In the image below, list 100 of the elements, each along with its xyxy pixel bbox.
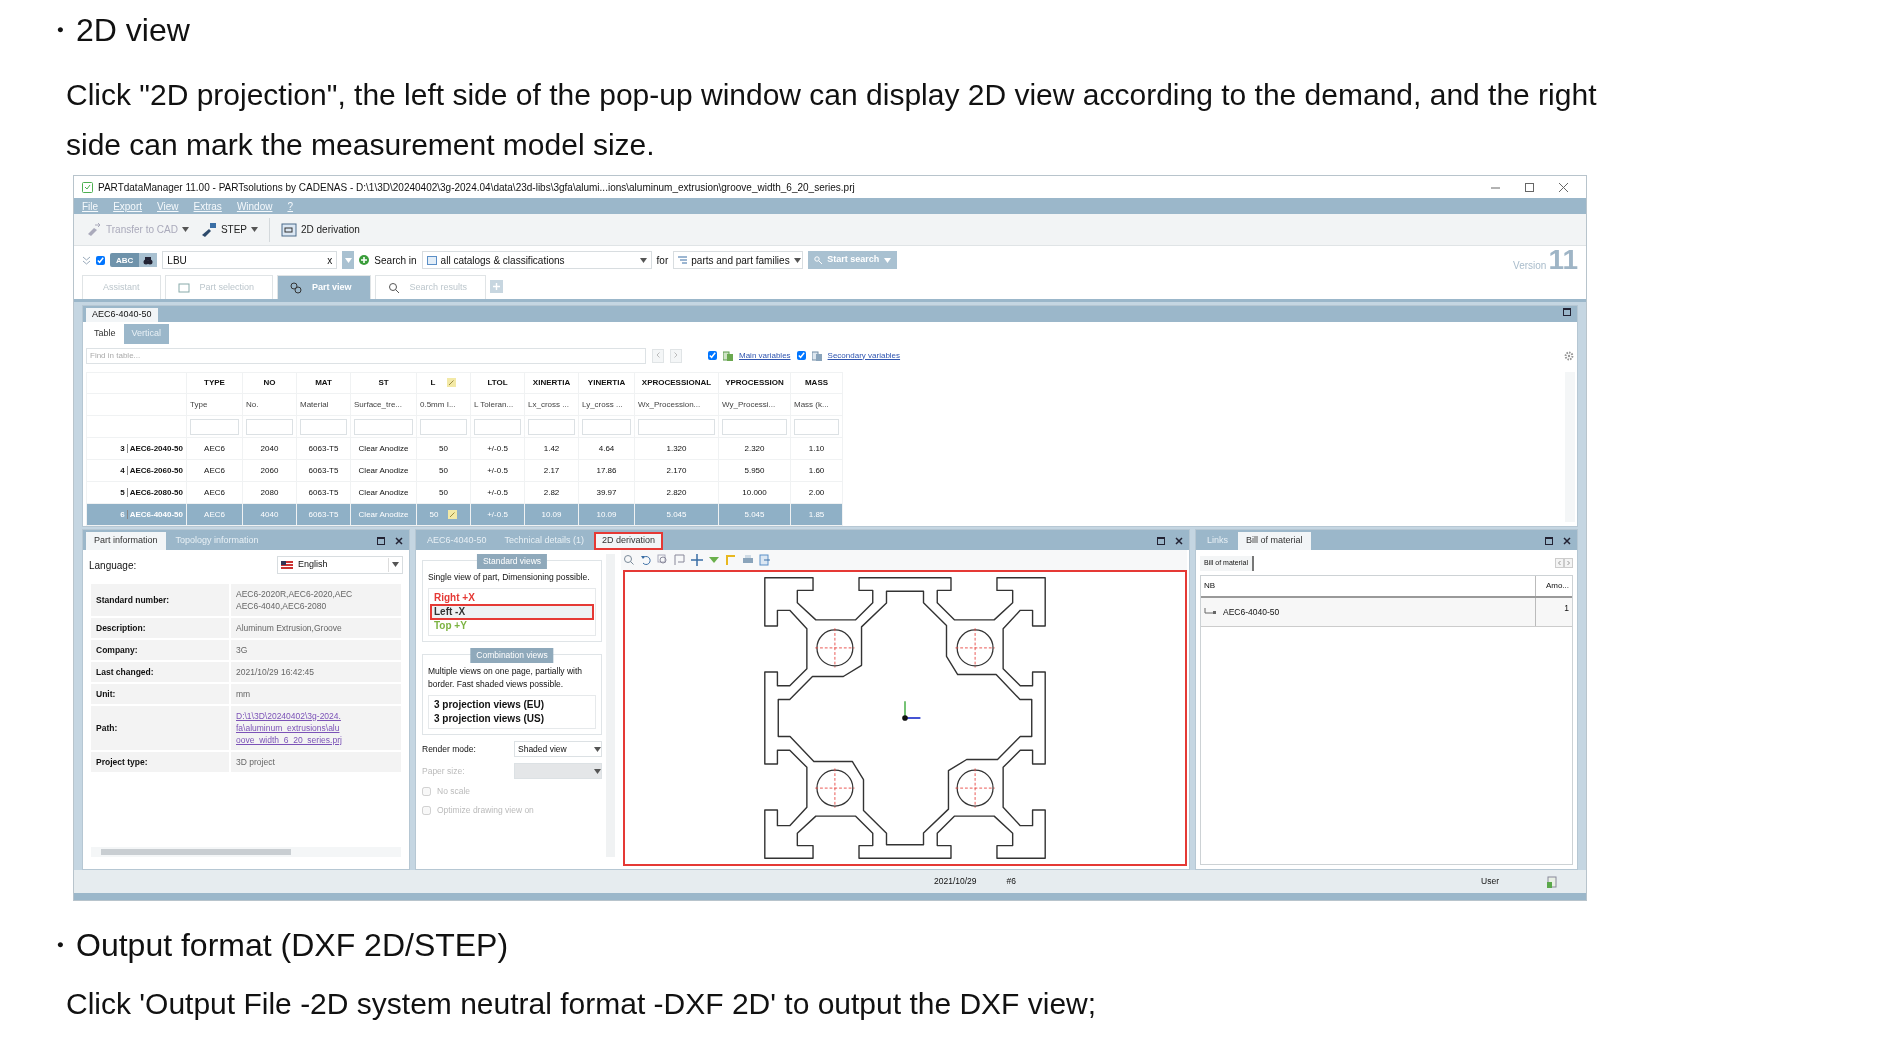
list-icon [678,256,688,264]
filter-field[interactable] [722,418,787,435]
for-label: for [656,253,669,268]
checkbox[interactable] [96,255,105,265]
expand-icon[interactable] [82,255,91,265]
column-header[interactable]: ST [378,377,389,387]
pencil-icon [448,509,458,519]
filter-field[interactable] [474,418,521,435]
column-header[interactable]: MAT [315,377,332,387]
tree-item[interactable]: AEC6-4040-50 [1220,601,1283,623]
scope-dropdown[interactable]: parts and part families [673,251,804,269]
close-icon[interactable] [1175,537,1183,545]
close-icon[interactable] [395,537,403,545]
checkbox[interactable] [796,351,806,360]
variables-link[interactable]: Main variables [739,349,791,362]
field-label: Unit: [96,689,116,699]
panel-tab[interactable]: AEC6-4040-50 [86,308,158,322]
view-option[interactable]: Right +X [431,591,593,605]
column-description: Lx_cross ... [524,393,579,416]
table-row[interactable]: 5 AEC6-2080-50 AEC6 2080 6063-T5 Clear Anodize 50 +/-0.5 2.82 39.97 2.820 10.000 2.00 [86,481,843,504]
next-button[interactable] [670,348,682,363]
table-cell: 2.170 [666,465,687,475]
filter-field[interactable] [528,418,575,435]
caret-icon [884,257,892,263]
view-option[interactable]: 3 projection views (US) [431,712,593,726]
corner-icon[interactable] [725,554,737,566]
row-number: 3 [120,443,125,453]
table-row[interactable]: 4 AEC6-2060-50 AEC6 2060 6063-T5 Clear Anodize 50 +/-0.5 2.17 17.86 2.170 5.950 1.60 [86,459,843,482]
toolbar-button[interactable]: 2D derivation [277,219,364,240]
printer-icon[interactable] [742,554,754,566]
table-cell: 2.00 [808,487,825,497]
table-cell: 39.97 [596,487,617,497]
column-description: Surface_tre... [350,393,417,416]
filter-field[interactable] [638,418,715,435]
column-description: No. [242,393,297,416]
status-record: #6 [1006,875,1016,888]
table-cell: AEC6 [204,487,225,497]
filter-field[interactable] [190,418,239,435]
maximize-icon[interactable] [1545,537,1553,545]
row-number: 5 [120,487,125,497]
scrollbar[interactable] [91,847,401,857]
find-field[interactable]: Find in table... [86,347,646,364]
filter-field[interactable] [246,418,293,435]
field-label: Language: [89,558,137,573]
undo-icon[interactable] [640,554,652,566]
column-header[interactable]: LTOL [487,377,508,387]
field-value: Aluminum Extrusion,Groove [236,623,342,633]
render-mode-dropdown[interactable]: Shaded view [514,741,602,757]
previous-button[interactable] [652,348,664,363]
plus-icon [493,283,501,291]
parts-icon [290,281,303,294]
crosshair-icon[interactable] [691,554,703,566]
settings-icon[interactable] [1564,351,1574,362]
zoom-icon[interactable] [657,554,669,566]
part-id: AEC6-2060-50 [129,465,183,475]
drawing-icon [281,221,297,238]
close-icon [1559,182,1568,192]
section-heading: ・2D view [44,11,191,50]
frame-icon[interactable] [674,554,686,566]
column-header[interactable]: TYPE [204,377,225,387]
scroll-arrows-icon[interactable] [1555,558,1573,569]
table-cell: 1.42 [543,443,560,453]
column-header[interactable]: L [430,377,436,387]
caret-icon [793,257,801,263]
panel-tab[interactable]: 2D derivation [594,532,664,550]
binoculars-button[interactable] [139,253,158,267]
table-cell: +/-0.5 [487,465,508,475]
filter-field[interactable] [582,418,631,435]
view-option[interactable]: Left -X [431,605,593,619]
clear-button[interactable]: x [327,252,333,268]
column-header[interactable]: NB [1201,575,1536,596]
export-icon[interactable] [759,554,771,566]
view-option[interactable]: 3 projection views (EU) [431,698,593,712]
language-dropdown[interactable]: English [277,556,403,574]
maximize-icon[interactable] [1157,537,1165,545]
filter-field[interactable] [794,418,839,435]
table-cell: Clear Anodize [358,443,409,453]
filter-field[interactable] [420,418,467,435]
close-icon[interactable] [1563,537,1571,545]
filter-field[interactable] [354,418,413,435]
table-row[interactable]: 3 AEC6-2040-50 AEC6 2040 6063-T5 Clear Anodize 50 +/-0.5 1.42 4.64 1.320 2.320 1.10 [86,437,843,460]
search-field[interactable]: LBU x [162,251,338,269]
field-value: mm [236,689,251,699]
table-cell: 1.85 [808,509,825,519]
group-description: Single view of part, Dimensioning possible. [428,571,591,584]
filter-field[interactable] [300,418,347,435]
part-id: AEC6-2080-50 [129,487,183,497]
maximize-icon[interactable] [1563,308,1571,317]
zoom-icon[interactable] [623,554,635,566]
toolbar-button[interactable]: STEP [196,219,262,240]
panel-tab[interactable]: Part information [86,532,166,550]
variables-link[interactable]: Secondary variables [827,349,901,362]
panel-tab[interactable]: Bill of material [1238,532,1311,550]
maximize-icon[interactable] [377,537,385,545]
catalog-dropdown[interactable]: all catalogs & classifications [421,251,652,269]
column-header[interactable]: NO [263,377,276,387]
dropdown-button[interactable] [342,251,355,269]
checkbox[interactable] [708,351,717,360]
add-tab-button[interactable] [490,280,504,293]
column-header[interactable]: Amo... [1536,575,1572,596]
